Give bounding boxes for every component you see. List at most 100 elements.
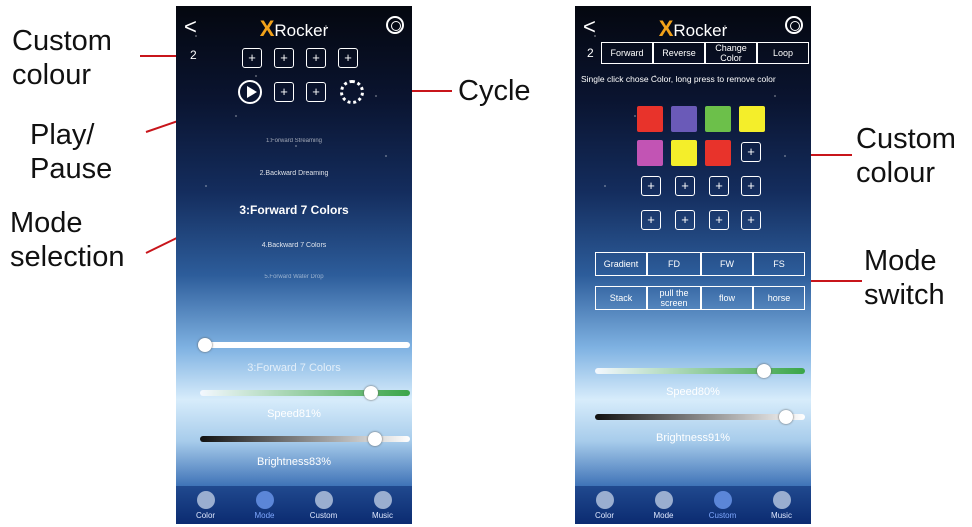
slider-knob[interactable] — [779, 410, 793, 424]
color-wheel-icon — [196, 491, 215, 509]
left-phone-screen: < XRocker 2 + + + + + + 1:Forward Stream… — [176, 6, 412, 524]
callout-line: Custom — [856, 123, 956, 155]
nav-label: Custom — [708, 511, 737, 520]
bottom-nav: Color Mode Custom Music — [575, 486, 811, 524]
color-swatch[interactable] — [637, 106, 663, 132]
nav-color[interactable]: Color — [575, 491, 634, 520]
add-color-button[interactable]: + — [242, 48, 262, 68]
add-color-button[interactable]: + — [274, 48, 294, 68]
color-swatch[interactable] — [705, 106, 731, 132]
nav-music[interactable]: Music — [353, 491, 412, 520]
mode-list-item[interactable]: 5.Forward Water Drop — [176, 274, 412, 280]
gear-icon[interactable] — [785, 16, 803, 34]
nav-mode[interactable]: Mode — [235, 491, 294, 520]
add-color-button[interactable]: + — [641, 176, 661, 196]
color-swatch[interactable] — [705, 140, 731, 166]
speed-slider[interactable] — [200, 386, 410, 400]
color-count: 2 — [587, 46, 594, 60]
brightness-slider[interactable] — [595, 410, 805, 424]
edit-icon — [314, 491, 333, 509]
callout-line: Play/ — [30, 119, 95, 151]
brightness-label: Brightness83% — [257, 456, 331, 468]
callout-line: colour — [12, 59, 91, 91]
hint-text: Single click chose Color, long press to … — [581, 74, 776, 84]
tab-reverse[interactable]: Reverse — [653, 42, 705, 64]
logo-text: Rocker — [274, 21, 329, 40]
nav-label: Mode — [653, 511, 674, 520]
add-color-button[interactable]: + — [675, 176, 695, 196]
nav-label: Music — [771, 511, 792, 520]
color-swatch[interactable] — [671, 106, 697, 132]
callout-custom-colour-left: Custom colour — [12, 24, 112, 92]
color-swatch[interactable] — [671, 140, 697, 166]
mode-button-horse[interactable]: horse — [753, 286, 805, 310]
speed-slider[interactable] — [595, 364, 805, 378]
logo-text: Rocker — [673, 21, 728, 40]
color-wheel-icon — [595, 491, 614, 509]
add-color-button[interactable]: + — [306, 48, 326, 68]
callout-line: Pause — [30, 153, 113, 185]
add-color-button[interactable]: + — [741, 210, 761, 230]
slider-knob[interactable] — [198, 338, 212, 352]
nav-custom[interactable]: Custom — [294, 491, 353, 520]
selected-mode-label: 3:Forward 7 Colors — [247, 362, 341, 374]
logo-x: X — [658, 16, 674, 41]
color-swatch[interactable] — [739, 106, 765, 132]
mode-slider[interactable] — [198, 338, 410, 352]
play-icon[interactable] — [238, 80, 262, 104]
mode-button-flow[interactable]: flow — [701, 286, 753, 310]
speed-label: Speed81% — [267, 408, 321, 420]
tab-change-color[interactable]: Change Color — [705, 42, 757, 64]
mode-list-item[interactable]: 4.Backward 7 Colors — [176, 242, 412, 249]
slider-knob[interactable] — [368, 432, 382, 446]
nav-custom[interactable]: Custom — [693, 491, 752, 520]
add-color-button[interactable]: + — [675, 210, 695, 230]
callout-mode-selection: Mode selection — [10, 206, 124, 274]
cycle-icon[interactable] — [340, 80, 364, 104]
nav-label: Color — [594, 511, 615, 520]
mode-button-pull-screen[interactable]: pull the screen — [647, 286, 701, 310]
mode-list-item[interactable]: 1:Forward Streaming — [176, 138, 412, 144]
add-color-button[interactable]: + — [274, 82, 294, 102]
mode-button-fs[interactable]: FS — [753, 252, 805, 276]
bottom-nav: Color Mode Custom Music — [176, 486, 412, 524]
mode-button-stack[interactable]: Stack — [595, 286, 647, 310]
mode-button-fd[interactable]: FD — [647, 252, 701, 276]
add-color-button[interactable]: + — [741, 142, 761, 162]
mode-button-fw[interactable]: FW — [701, 252, 753, 276]
leader-line — [806, 280, 862, 282]
slider-knob[interactable] — [757, 364, 771, 378]
add-color-button[interactable]: + — [641, 210, 661, 230]
mode-list-item-selected[interactable]: 3:Forward 7 Colors — [176, 203, 412, 217]
add-color-button[interactable]: + — [741, 176, 761, 196]
nav-mode[interactable]: Mode — [634, 491, 693, 520]
mode-button-gradient[interactable]: Gradient — [595, 252, 647, 276]
brightness-slider[interactable] — [200, 432, 410, 446]
snowflake-icon — [654, 491, 673, 509]
add-color-button[interactable]: + — [306, 82, 326, 102]
add-color-button[interactable]: + — [709, 176, 729, 196]
gear-icon[interactable] — [386, 16, 404, 34]
app-logo: XRocker — [575, 16, 811, 42]
nav-label: Music — [372, 511, 393, 520]
mode-list-item[interactable]: 2.Backward Dreaming — [176, 170, 412, 177]
right-phone-screen: < XRocker 2 Forward Reverse Change Color… — [575, 6, 811, 524]
callout-line: colour — [856, 157, 935, 189]
nav-label: Color — [195, 511, 216, 520]
slider-knob[interactable] — [364, 386, 378, 400]
callout-line: Custom — [12, 25, 112, 57]
callout-line: Mode — [10, 207, 83, 239]
app-logo: XRocker — [176, 16, 412, 42]
add-color-button[interactable]: + — [338, 48, 358, 68]
add-color-button[interactable]: + — [709, 210, 729, 230]
nav-color[interactable]: Color — [176, 491, 235, 520]
tab-forward[interactable]: Forward — [601, 42, 653, 64]
color-count: 2 — [190, 48, 197, 62]
nav-music[interactable]: Music — [752, 491, 811, 520]
color-swatch[interactable] — [637, 140, 663, 166]
app-header: < XRocker — [176, 14, 412, 42]
tab-loop[interactable]: Loop — [757, 42, 809, 64]
edit-icon — [713, 491, 732, 509]
speed-label: Speed80% — [666, 386, 720, 398]
callout-line: switch — [864, 279, 945, 311]
